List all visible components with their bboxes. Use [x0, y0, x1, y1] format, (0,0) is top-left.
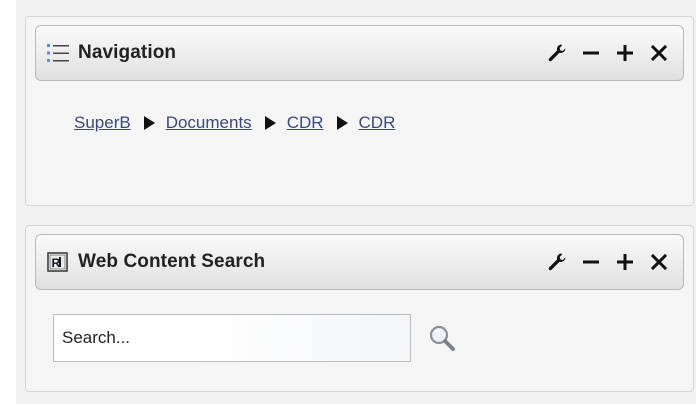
list-icon [46, 41, 70, 65]
navigation-title: Navigation [78, 42, 177, 63]
wrench-icon[interactable] [545, 41, 569, 65]
search-controls [535, 250, 671, 274]
breadcrumb-separator-icon [336, 116, 348, 130]
navigation-portlet: Navigation SuperB Documents CDR CDR [25, 16, 694, 206]
search-title: Web Content Search [78, 251, 266, 272]
page: Navigation SuperB Documents CDR CDR R We… [0, 0, 696, 404]
close-icon[interactable] [647, 250, 671, 274]
navigation-titlebar[interactable]: Navigation [35, 25, 684, 81]
magnifier-icon[interactable] [425, 321, 459, 355]
web-content-search-portlet: R Web Content Search [25, 225, 694, 392]
plus-icon[interactable] [613, 250, 637, 274]
navigation-controls [535, 41, 671, 65]
breadcrumb: SuperB Documents CDR CDR [74, 113, 395, 133]
wrench-icon[interactable] [545, 250, 569, 274]
breadcrumb-link-cdr-current[interactable]: CDR [359, 113, 396, 133]
search-content-icon: R [46, 250, 70, 274]
search-titlebar[interactable]: R Web Content Search [35, 234, 684, 290]
breadcrumb-link-cdr[interactable]: CDR [287, 113, 324, 133]
breadcrumb-link-documents[interactable]: Documents [166, 113, 252, 133]
search-input[interactable] [53, 314, 411, 362]
minus-icon[interactable] [579, 250, 603, 274]
plus-icon[interactable] [613, 41, 637, 65]
breadcrumb-separator-icon [143, 116, 155, 130]
close-icon[interactable] [647, 41, 671, 65]
breadcrumb-separator-icon [264, 116, 276, 130]
search-row [53, 314, 459, 362]
minus-icon[interactable] [579, 41, 603, 65]
breadcrumb-link-superb[interactable]: SuperB [74, 113, 131, 133]
